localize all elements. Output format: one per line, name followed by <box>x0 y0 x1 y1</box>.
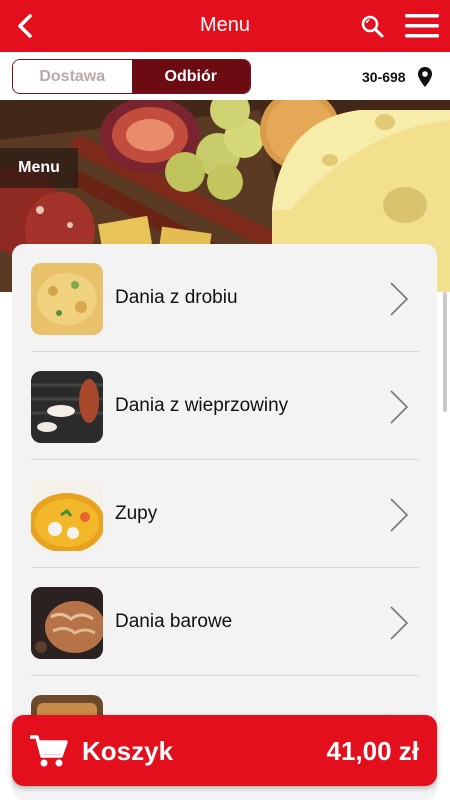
hamburger-icon <box>405 14 439 38</box>
category-thumbnail <box>31 479 103 551</box>
poultry-dish-image <box>31 263 103 335</box>
category-item[interactable]: Dania z drobiu <box>31 244 419 352</box>
menu-button[interactable] <box>405 13 439 39</box>
bar-dish-image <box>31 587 103 659</box>
shopping-cart-icon <box>30 735 68 767</box>
category-thumbnail <box>31 587 103 659</box>
category-thumbnail <box>31 263 103 335</box>
hero-menu-tag: Menu <box>0 148 78 188</box>
category-label: Zupy <box>115 503 158 524</box>
category-label: Dania z drobiu <box>115 287 238 308</box>
location-button[interactable] <box>417 66 433 88</box>
delivery-option[interactable]: Dostawa <box>13 60 132 93</box>
cart-label: Koszyk <box>82 736 174 766</box>
category-item[interactable]: Dania z wieprzowiny <box>31 352 419 460</box>
category-item[interactable]: Zupy <box>31 460 419 568</box>
scrollbar[interactable] <box>443 292 447 412</box>
chevron-right-icon <box>390 390 409 424</box>
category-thumbnail <box>31 371 103 443</box>
chevron-right-icon <box>390 282 409 316</box>
pork-dish-image <box>31 371 103 443</box>
chevron-right-icon <box>390 606 409 640</box>
cart-button[interactable]: Koszyk 41,00 zł <box>12 715 437 786</box>
search-button[interactable] <box>360 14 384 38</box>
top-app-bar: Menu <box>0 0 450 52</box>
delivery-mode-toggle: Dostawa Odbiór <box>12 59 251 94</box>
postcode-text[interactable]: 30-698 <box>362 69 406 85</box>
cart-total: 41,00 zł <box>326 736 419 766</box>
category-label: Dania z wieprzowiny <box>115 395 289 416</box>
chevron-right-icon <box>390 498 409 532</box>
pickup-option[interactable]: Odbiór <box>131 60 250 93</box>
category-item[interactable]: Dania barowe <box>31 568 419 676</box>
soup-image <box>31 479 103 551</box>
category-label: Dania barowe <box>115 611 233 632</box>
order-options-bar: Dostawa Odbiór 30-698 <box>0 52 450 100</box>
location-pin-icon <box>418 67 432 87</box>
search-icon <box>361 15 384 38</box>
